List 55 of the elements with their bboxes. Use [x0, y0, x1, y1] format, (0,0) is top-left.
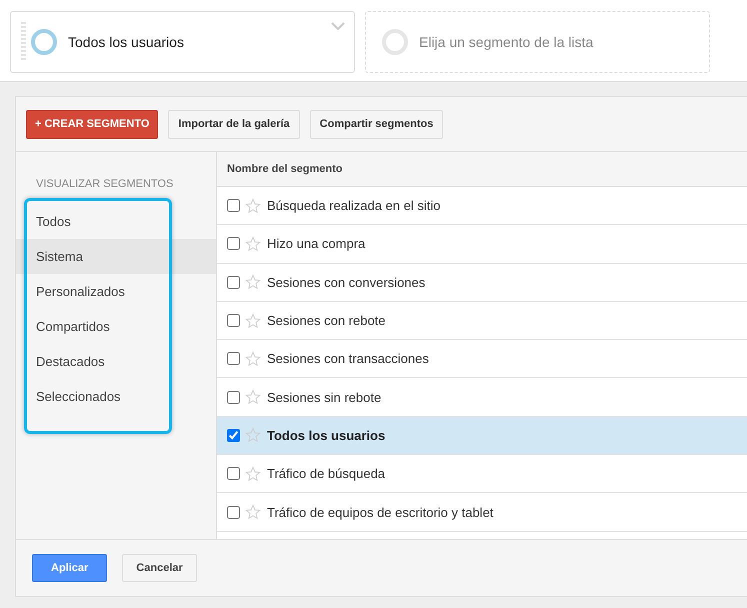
row-checkbox[interactable] [227, 506, 240, 519]
row-checkbox[interactable] [227, 237, 240, 250]
segment-name: Tráfico de búsqueda [267, 466, 386, 482]
toolbar-button[interactable]: Importar de la galería [168, 110, 300, 138]
segment-row[interactable]: Tráfico de búsqueda [217, 455, 747, 494]
segment-name: Sesiones con conversiones [267, 274, 426, 290]
segment-card[interactable]: Todos los usuarios [10, 11, 355, 73]
sidebar-item[interactable]: Seleccionados [16, 379, 216, 414]
segment-name: Sesiones sin rebote [267, 390, 382, 405]
segment-name: Búsqueda realizada en el sitio [267, 198, 440, 214]
segment-placeholder: Elija un segmento de la lista [419, 34, 594, 50]
segment-name: Todos los usuarios [267, 428, 386, 443]
segment-row[interactable]: Sesiones con rebote [217, 302, 747, 340]
toolbar-button[interactable]: Compartir segmentos [310, 110, 444, 138]
segment-name: Tráfico de equipos de escritorio y tablet [267, 504, 494, 520]
row-checkbox[interactable] [227, 428, 240, 442]
star-icon[interactable] [245, 466, 261, 482]
chevron-down-icon[interactable] [331, 22, 345, 30]
create-segment-button[interactable]: + CREAR SEGMENTO [26, 110, 158, 138]
star-icon[interactable] [245, 504, 261, 520]
segment-name: Sesiones con rebote [267, 313, 386, 328]
sidebar-item[interactable]: Sistema [16, 239, 216, 274]
segment-row[interactable]: Sesiones con conversiones [217, 264, 747, 302]
star-icon[interactable] [245, 389, 261, 406]
star-icon[interactable] [245, 274, 261, 290]
segment-name: Hizo una compra [267, 236, 366, 252]
row-checkbox[interactable] [227, 199, 240, 212]
sidebar-item[interactable]: Compartidos [16, 309, 216, 344]
star-icon[interactable] [245, 312, 261, 329]
star-icon[interactable] [245, 427, 261, 444]
cancel-button[interactable]: Cancelar [122, 554, 197, 582]
segment-row[interactable]: Hizo una compra [217, 225, 747, 264]
row-checkbox[interactable] [227, 276, 240, 289]
star-icon[interactable] [245, 198, 261, 214]
segment-row[interactable]: Tráfico de equipos de escritorio y tablet [217, 493, 747, 532]
circle-icon [382, 29, 408, 55]
sidebar-heading: VISUALIZAR SEGMENTOS [35, 178, 174, 192]
segment-label: Todos los usuarios [68, 34, 184, 50]
segment-name: Sesiones con transacciones [267, 351, 429, 366]
sidebar-item[interactable]: Todos [16, 204, 216, 239]
drag-handle-icon[interactable] [21, 22, 26, 62]
empty-segment-slot[interactable]: Elija un segmento de la lista [365, 11, 710, 73]
segment-row[interactable]: Sesiones con transacciones [217, 340, 747, 378]
row-checkbox[interactable] [227, 390, 240, 404]
sidebar-item[interactable]: Personalizados [16, 274, 216, 309]
sidebar-item[interactable]: Destacados [16, 344, 216, 379]
row-checkbox[interactable] [227, 352, 240, 366]
star-icon[interactable] [245, 236, 261, 252]
segment-row[interactable]: Todos los usuarios [217, 416, 747, 456]
row-checkbox[interactable] [227, 314, 240, 328]
circle-icon [31, 29, 57, 55]
segment-row[interactable]: Búsqueda realizada en el sitio [217, 187, 747, 226]
column-header: Nombre del segmento [217, 152, 747, 187]
row-checkbox[interactable] [227, 467, 240, 480]
star-icon[interactable] [245, 350, 261, 367]
